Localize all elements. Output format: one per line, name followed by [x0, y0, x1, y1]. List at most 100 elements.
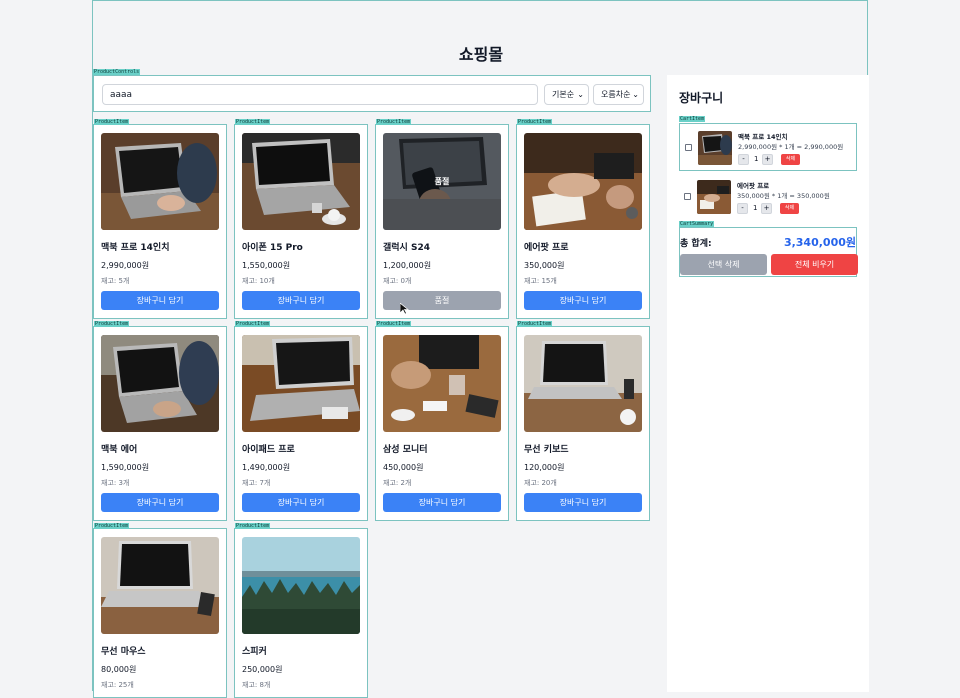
cart-summary: 총 합계: 3,340,000원 선택 삭제 전체 비우기 — [679, 227, 858, 277]
cart-item-checkbox[interactable] — [684, 193, 691, 200]
cart-panel: 장바구니 CartItem 맥북 프로 14인치 2,990,000원 * 1개… — [667, 75, 869, 692]
product-card: ProductItem 무선 키보드 120,000원 재고: 20개 장바구니… — [516, 321, 650, 521]
product-card: ProductItem 스피커 250,000원 재고: 8개 — [234, 523, 368, 698]
product-name: 아이폰 15 Pro — [242, 243, 303, 253]
debug-tag-product-item: ProductItem — [235, 321, 271, 327]
product-controls: 기본순 ⌄ 오름차순 ⌄ — [93, 75, 651, 112]
debug-tag-product-item: ProductItem — [376, 321, 412, 327]
product-image — [383, 335, 501, 432]
product-image — [101, 133, 219, 230]
product-name: 갤럭시 S24 — [383, 243, 430, 253]
product-price: 120,000원 — [524, 463, 565, 472]
sort-field-select[interactable]: 기본순 ⌄ — [544, 84, 589, 105]
product-image — [524, 335, 642, 432]
cart-item-subtotal: 350,000원 * 1개 = 350,000원 — [737, 192, 830, 200]
product-image — [524, 133, 642, 230]
product-price: 350,000원 — [524, 261, 565, 270]
quantity-increase-button[interactable]: + — [762, 154, 773, 165]
search-input[interactable] — [102, 84, 538, 105]
product-name: 무선 마우스 — [101, 647, 146, 657]
debug-tag-product-item: ProductItem — [94, 523, 130, 529]
add-to-cart-button[interactable]: 장바구니 담기 — [242, 493, 360, 512]
product-stock: 재고: 2개 — [383, 479, 412, 487]
product-price: 80,000원 — [101, 665, 137, 674]
debug-tag-product-item: ProductItem — [517, 321, 553, 327]
debug-tag-cart-item: CartItem — [679, 116, 706, 122]
add-to-cart-button[interactable]: 장바구니 담기 — [383, 493, 501, 512]
product-image — [101, 537, 219, 634]
cart-item-delete-button[interactable]: 삭제 — [780, 203, 799, 214]
product-stock: 재고: 25개 — [101, 681, 134, 689]
product-stock: 재고: 15개 — [524, 277, 557, 285]
product-card: ProductItem 품절 갤럭시 S24 1,200,000원 재고: 0개… — [375, 119, 509, 319]
delete-selected-button[interactable]: 선택 삭제 — [680, 254, 767, 275]
product-name: 아이패드 프로 — [242, 445, 295, 455]
debug-tag-product-item: ProductItem — [235, 523, 271, 529]
cart-item-name: 에어팟 프로 — [737, 182, 770, 190]
product-stock: 재고: 8개 — [242, 681, 271, 689]
quantity-value: 1 — [754, 155, 759, 163]
product-price: 1,200,000원 — [383, 261, 432, 270]
product-card: ProductItem 에어팟 프로 350,000원 재고: 15개 장바구니… — [516, 119, 650, 319]
product-card: ProductItem 맥북 에어 1,590,000원 재고: 3개 장바구니… — [93, 321, 227, 521]
chevron-down-icon: ⌄ — [577, 90, 584, 99]
cart-item-name: 맥북 프로 14인치 — [738, 133, 788, 141]
debug-tag-product-item: ProductItem — [376, 119, 412, 125]
cart-item-checkbox[interactable] — [685, 144, 692, 151]
product-name: 맥북 프로 14인치 — [101, 243, 170, 253]
product-name: 삼성 모니터 — [383, 445, 428, 455]
mouse-cursor-icon — [400, 303, 409, 315]
product-stock: 재고: 3개 — [101, 479, 130, 487]
product-price: 1,550,000원 — [242, 261, 291, 270]
sort-order-value: 오름차순 — [601, 90, 631, 99]
product-stock: 재고: 7개 — [242, 479, 271, 487]
product-stock: 재고: 20개 — [524, 479, 557, 487]
product-price: 2,990,000원 — [101, 261, 150, 270]
debug-tag-product-item: ProductItem — [94, 321, 130, 327]
cart-item: 맥북 프로 14인치 2,990,000원 * 1개 = 2,990,000원 … — [679, 123, 857, 171]
debug-tag-product-item: ProductItem — [517, 119, 553, 125]
product-price: 1,590,000원 — [101, 463, 150, 472]
quantity-increase-button[interactable]: + — [761, 203, 772, 214]
product-image — [242, 335, 360, 432]
product-card: ProductItem 아이패드 프로 1,490,000원 재고: 7개 장바… — [234, 321, 368, 521]
product-card: ProductItem 무선 마우스 80,000원 재고: 25개 — [93, 523, 227, 698]
product-card: ProductItem 맥북 프로 14인치 2,990,000원 재고: 5개… — [93, 119, 227, 319]
quantity-decrease-button[interactable]: - — [737, 203, 748, 214]
cart-item-thumbnail — [698, 131, 732, 165]
product-stock: 재고: 10개 — [242, 277, 275, 285]
sort-field-value: 기본순 — [552, 90, 575, 99]
app-container: 쇼핑몰 ProductControls 기본순 ⌄ 오름차순 ⌄ Product… — [92, 0, 869, 698]
cart-item-subtotal: 2,990,000원 * 1개 = 2,990,000원 — [738, 143, 844, 151]
cart-item-thumbnail — [697, 180, 731, 214]
quantity-decrease-button[interactable]: - — [738, 154, 749, 165]
product-stock: 재고: 0개 — [383, 277, 412, 285]
add-to-cart-button[interactable]: 장바구니 담기 — [101, 493, 219, 512]
product-price: 450,000원 — [383, 463, 424, 472]
add-to-cart-button[interactable]: 장바구니 담기 — [242, 291, 360, 310]
product-image — [242, 537, 360, 634]
debug-tag-product-item: ProductItem — [235, 119, 271, 125]
product-card: ProductItem 삼성 모니터 450,000원 재고: 2개 장바구니 … — [375, 321, 509, 521]
cart-item-delete-button[interactable]: 삭제 — [781, 154, 800, 165]
add-to-cart-button[interactable]: 장바구니 담기 — [101, 291, 219, 310]
cart-item: 에어팟 프로 350,000원 * 1개 = 350,000원 - 1 + 삭제 — [679, 173, 857, 221]
product-price: 1,490,000원 — [242, 463, 291, 472]
product-stock: 재고: 5개 — [101, 277, 130, 285]
page-title: 쇼핑몰 — [458, 45, 504, 64]
total-value: 3,340,000원 — [783, 236, 856, 249]
add-to-cart-button[interactable]: 장바구니 담기 — [524, 291, 642, 310]
product-price: 250,000원 — [242, 665, 283, 674]
product-image: 품절 — [383, 133, 501, 230]
chevron-down-icon: ⌄ — [632, 90, 639, 99]
product-image — [242, 133, 360, 230]
product-image — [101, 335, 219, 432]
cart-title: 장바구니 — [679, 91, 724, 105]
add-to-cart-button[interactable]: 장바구니 담기 — [524, 493, 642, 512]
quantity-value: 1 — [753, 204, 758, 212]
sort-order-select[interactable]: 오름차순 ⌄ — [593, 84, 644, 105]
product-name: 에어팟 프로 — [524, 243, 569, 253]
sold-out-overlay: 품절 — [383, 133, 501, 230]
clear-cart-button[interactable]: 전체 비우기 — [771, 254, 858, 275]
debug-tag-product-item: ProductItem — [94, 119, 130, 125]
